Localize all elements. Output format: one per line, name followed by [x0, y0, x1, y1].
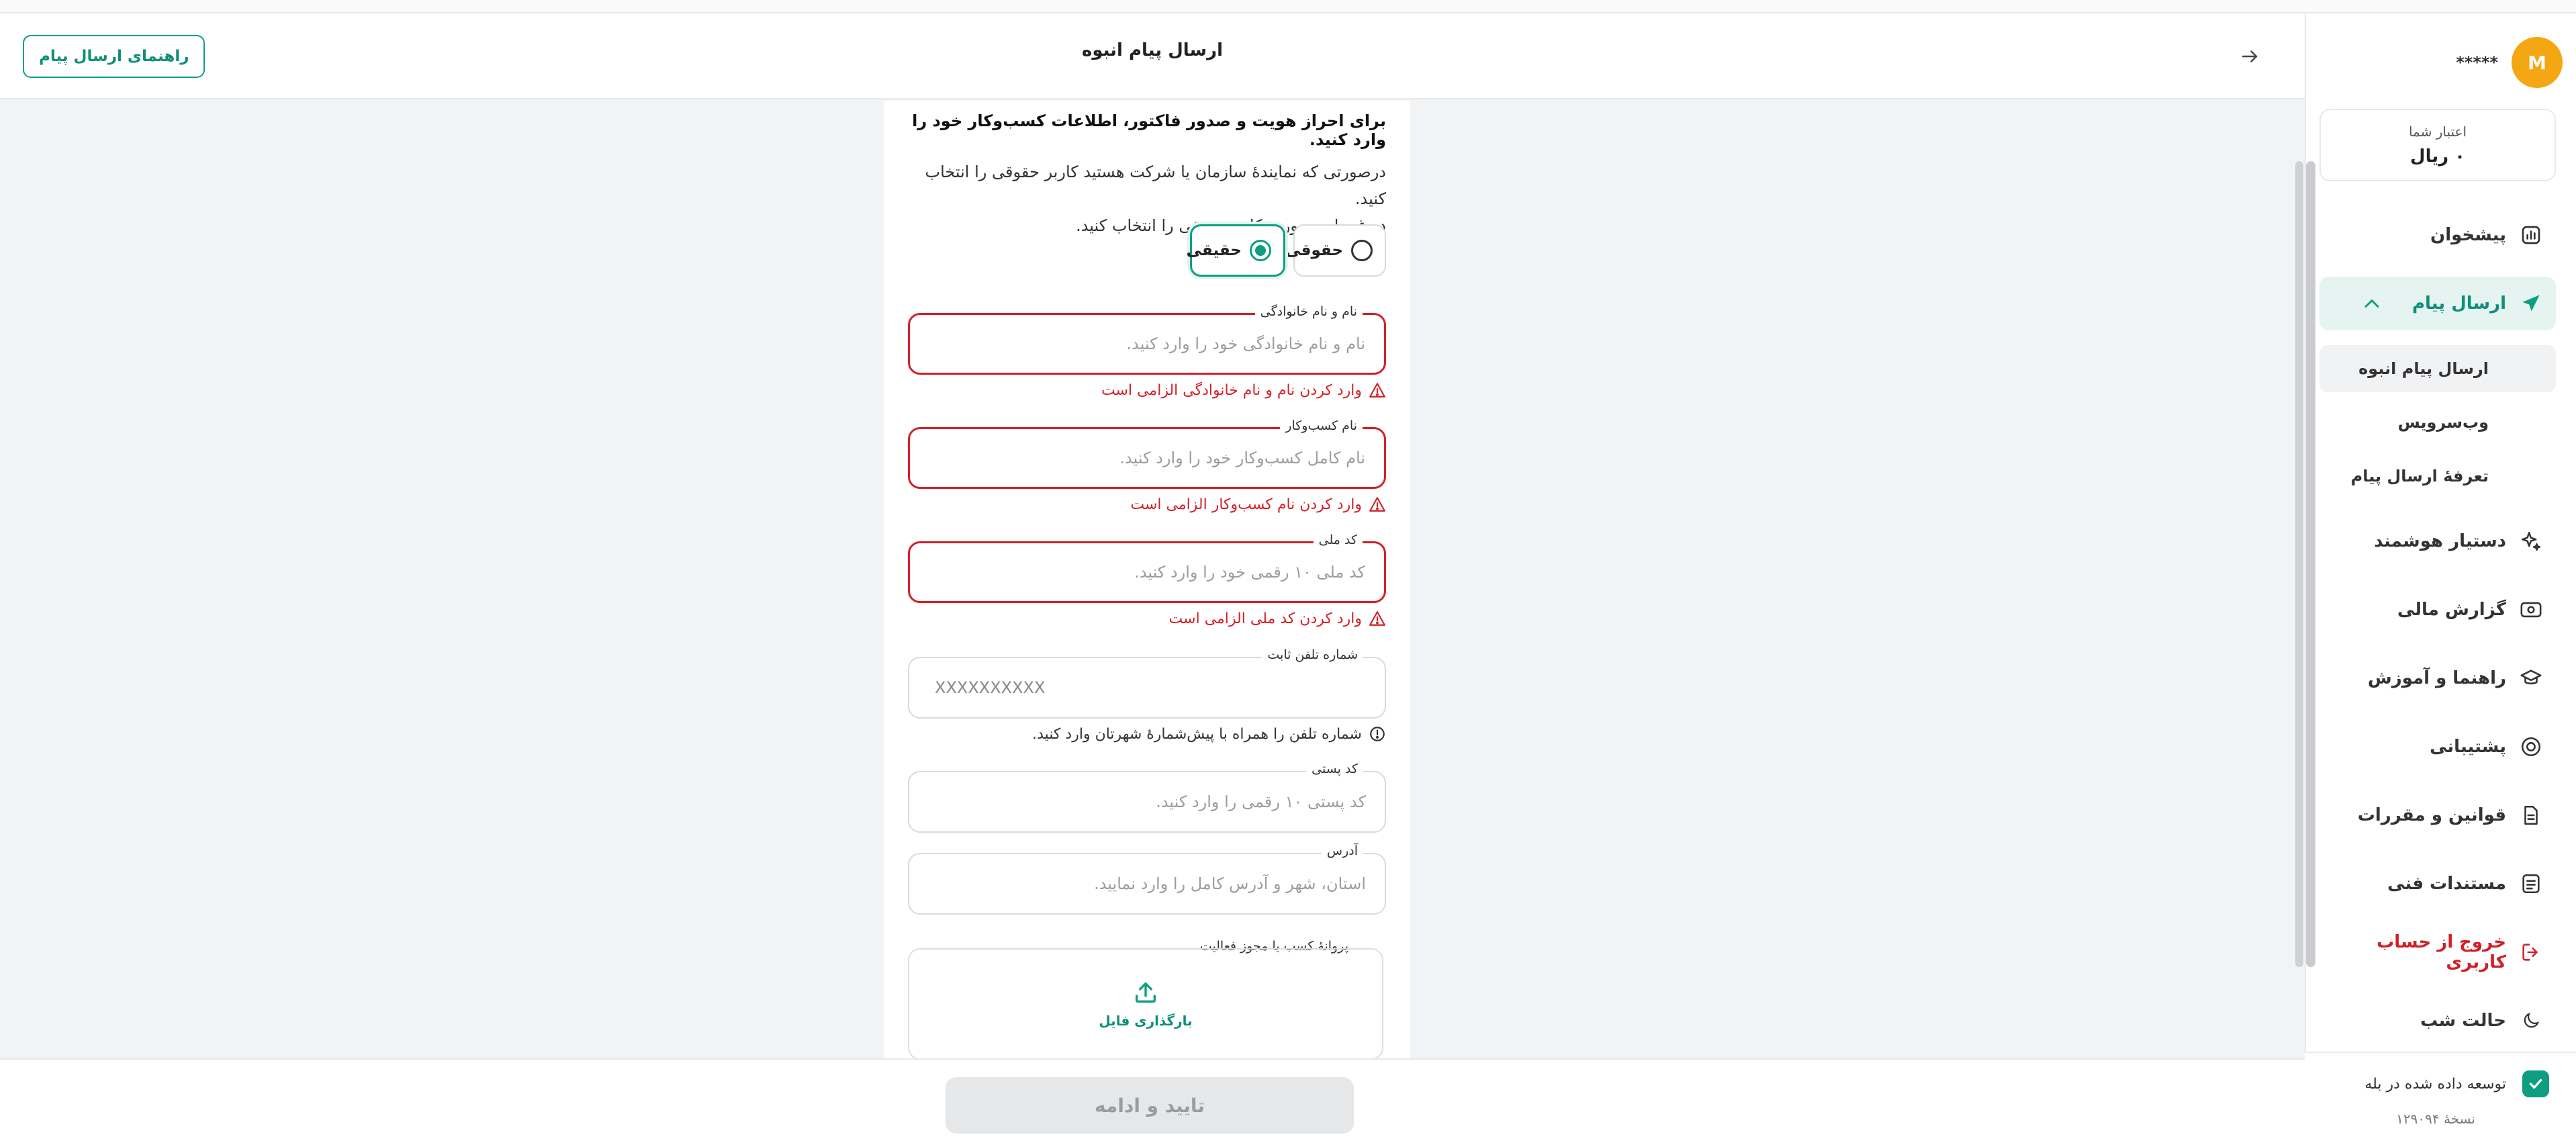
full-name-field: نام و نام خانوادگی [908, 304, 1386, 375]
sidebar-subitem-tariff[interactable]: تعرفهٔ ارسال پیام [2319, 453, 2556, 500]
sidebar-item-docs[interactable]: مستندات فنی [2319, 857, 2556, 911]
full-name-input[interactable] [910, 315, 1384, 373]
sidebar-footer: توسعه داده شده در بله نسخهٔ ۱۲۹۰۹۴ [2305, 1052, 2576, 1147]
national-code-error: وارد کردن کد ملی الزامی است [1169, 610, 1386, 627]
list-document-icon [2520, 872, 2542, 895]
page-header: ارسال پیام انبوه راهنمای ارسال پیام [0, 13, 2305, 99]
graduation-cap-icon [2520, 667, 2542, 690]
sidebar-item-label: دستیار هوشمند [2374, 531, 2506, 551]
developed-by: توسعه داده شده در بله [2364, 1070, 2549, 1097]
sidebar-item-rules[interactable]: قوانین و مقررات [2319, 788, 2556, 842]
warning-icon [1369, 497, 1385, 512]
sidebar-item-label: قوانین و مقررات [2357, 805, 2506, 825]
national-code-field: کد ملی [908, 533, 1386, 603]
credit-label: اعتبار شما [2408, 124, 2467, 140]
logout-icon [2520, 941, 2542, 964]
check-badge-icon [2522, 1070, 2549, 1097]
landline-input[interactable] [909, 658, 1385, 717]
send-icon [2520, 292, 2542, 315]
warning-icon [1369, 611, 1385, 626]
sparkle-icon [2520, 530, 2542, 553]
chevron-up-icon[interactable] [2360, 291, 2384, 316]
business-name-input[interactable] [910, 429, 1384, 487]
sidebar-item-logout[interactable]: خروج از حساب کاربری [2319, 925, 2556, 979]
business-name-error: وارد کردن نام کسب‌وکار الزامی است [1130, 496, 1386, 513]
sidebar-item-smart-assistant[interactable]: دستیار هوشمند [2319, 514, 2556, 568]
full-name-error: وارد کردن نام و نام خانوادگی الزامی است [1101, 381, 1386, 399]
money-icon [2520, 598, 2542, 621]
browser-top-bar [0, 0, 2576, 13]
landline-hint-text: شماره تلفن را همراه با پیش‌شمارهٔ شهرتان… [1032, 725, 1362, 743]
confirm-continue-button[interactable]: تایید و ادامه [946, 1077, 1354, 1134]
business-name-error-text: وارد کردن نام کسب‌وکار الزامی است [1130, 496, 1362, 513]
page-title: ارسال پیام انبوه [1081, 40, 1223, 60]
sidebar-nav: پیشخوان ارسال پیام ارسال پیام انبوه وب‌س… [2319, 208, 2556, 1062]
sidebar-item-label: ارسال پیام [2411, 293, 2506, 314]
address-input[interactable] [909, 854, 1385, 913]
radio-legal-label: حقوقی [1285, 242, 1343, 259]
sidebar-item-label: پیشخوان [2430, 225, 2506, 245]
radio-circle-icon [1351, 240, 1373, 261]
sidebar-item-label: خروج از حساب کاربری [2377, 932, 2506, 972]
sidebar-item-label: مستندات فنی [2387, 874, 2506, 894]
national-code-input[interactable] [910, 543, 1384, 601]
sidebar-subitem-bulk-message[interactable]: ارسال پیام انبوه [2319, 345, 2556, 392]
upload-icon [1136, 982, 1156, 1003]
dark-mode-toggle[interactable]: حالت شب [2319, 994, 2556, 1048]
business-name-field: نام کسب‌وکار [908, 418, 1386, 489]
info-icon [1370, 727, 1385, 741]
document-icon [2520, 804, 2542, 827]
warning-icon [1369, 383, 1385, 398]
sidebar-item-send-message[interactable]: ارسال پیام [2319, 277, 2556, 330]
sidebar-item-label: راهنما و آموزش [2367, 668, 2506, 688]
developed-by-text: توسعه داده شده در بله [2364, 1075, 2506, 1093]
moon-icon [2520, 1009, 2542, 1032]
radio-natural-label: حقیقی [1186, 242, 1242, 259]
page-scrollbar[interactable] [2295, 161, 2303, 967]
radio-legal-user[interactable]: حقوقی [1285, 224, 1386, 277]
sidebar-item-label: گزارش مالی [2397, 600, 2506, 620]
chart-icon [2520, 224, 2542, 246]
radio-natural-user[interactable]: حقیقی [1186, 224, 1285, 277]
business-info-form: برای احراز هویت و صدور فاکتور، اطلاعات ک… [884, 101, 1410, 1058]
postal-code-field: کد پستی [908, 762, 1386, 833]
version-text: نسخهٔ ۱۲۹۰۹۴ [2396, 1111, 2475, 1127]
sidebar-item-label: پشتیبانی [2430, 737, 2506, 757]
radio-checked-icon [1250, 240, 1271, 261]
dark-mode-label: حالت شب [2420, 1011, 2506, 1031]
sidebar-scrollbar[interactable] [2306, 161, 2315, 967]
intro-line-1: درصورتی که نمایندهٔ سازمان یا شرکت هستید… [925, 163, 1386, 208]
form-intro-title: برای احراز هویت و صدور فاکتور، اطلاعات ک… [912, 111, 1386, 149]
national-code-error-text: وارد کردن کد ملی الزامی است [1168, 610, 1362, 627]
landline-hint: شماره تلفن را همراه با پیش‌شمارهٔ شهرتان… [1032, 725, 1386, 743]
full-name-error-text: وارد کردن نام و نام خانوادگی الزامی است [1101, 381, 1362, 399]
form-footer: تایید و ادامه [0, 1058, 2305, 1147]
address-field: آدرس [908, 843, 1386, 915]
avatar: M [2512, 37, 2563, 88]
sidebar-item-guide[interactable]: راهنما و آموزش [2319, 651, 2556, 705]
license-upload-area[interactable]: بارگذاری فایل [908, 948, 1383, 1058]
user-profile[interactable]: M ***** [2456, 37, 2563, 88]
sidebar-item-support[interactable]: پشتیبانی [2319, 720, 2556, 774]
sidebar-item-dashboard[interactable]: پیشخوان [2319, 208, 2556, 262]
credit-value: ۰ ریال [2410, 146, 2465, 167]
postal-code-input[interactable] [909, 772, 1385, 831]
message-guide-button[interactable]: راهنمای ارسال پیام [23, 35, 205, 78]
username: ***** [2456, 53, 2498, 72]
sidebar: M ***** اعتبار شما ۰ ریال پیشخوان ارسال … [2305, 13, 2576, 1147]
credit-card: اعتبار شما ۰ ریال [2319, 109, 2556, 181]
sidebar-subitem-webservice[interactable]: وب‌سرویس [2319, 399, 2556, 446]
landline-field: شماره تلفن ثابت [908, 647, 1386, 719]
headset-icon [2520, 735, 2542, 758]
sidebar-item-financial-report[interactable]: گزارش مالی [2319, 583, 2556, 637]
upload-file-label: بارگذاری فایل [1099, 1013, 1193, 1029]
